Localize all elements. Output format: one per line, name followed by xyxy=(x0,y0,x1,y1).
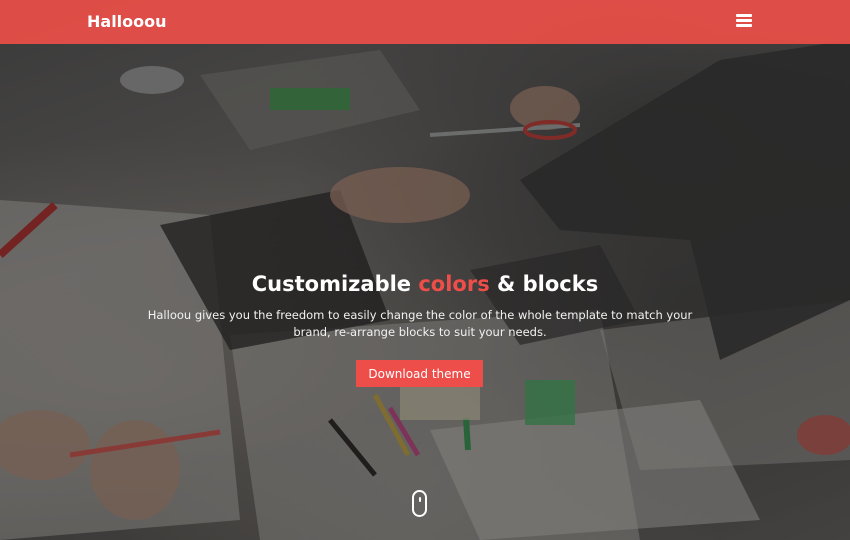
top-navbar: Hallooou xyxy=(0,0,850,44)
dark-overlay xyxy=(0,0,850,540)
menu-bar xyxy=(736,24,752,27)
hero-headline: Customizable colors & blocks xyxy=(0,272,850,296)
brand-logo[interactable]: Hallooou xyxy=(87,12,167,31)
menu-bar xyxy=(736,19,752,22)
menu-bar xyxy=(736,14,752,17)
download-theme-button[interactable]: Download theme xyxy=(356,360,483,387)
headline-text: Customizable xyxy=(251,272,419,296)
hero-section: Hallooou Customizable colors & blocks Ha… xyxy=(0,0,850,540)
headline-accent: colors xyxy=(418,272,490,296)
mouse-scroll-icon[interactable] xyxy=(412,490,427,517)
hamburger-menu-icon[interactable] xyxy=(733,12,755,32)
hero-subtitle: Halloou gives you the freedom to easily … xyxy=(147,308,693,339)
headline-text-end: & blocks xyxy=(489,272,599,296)
